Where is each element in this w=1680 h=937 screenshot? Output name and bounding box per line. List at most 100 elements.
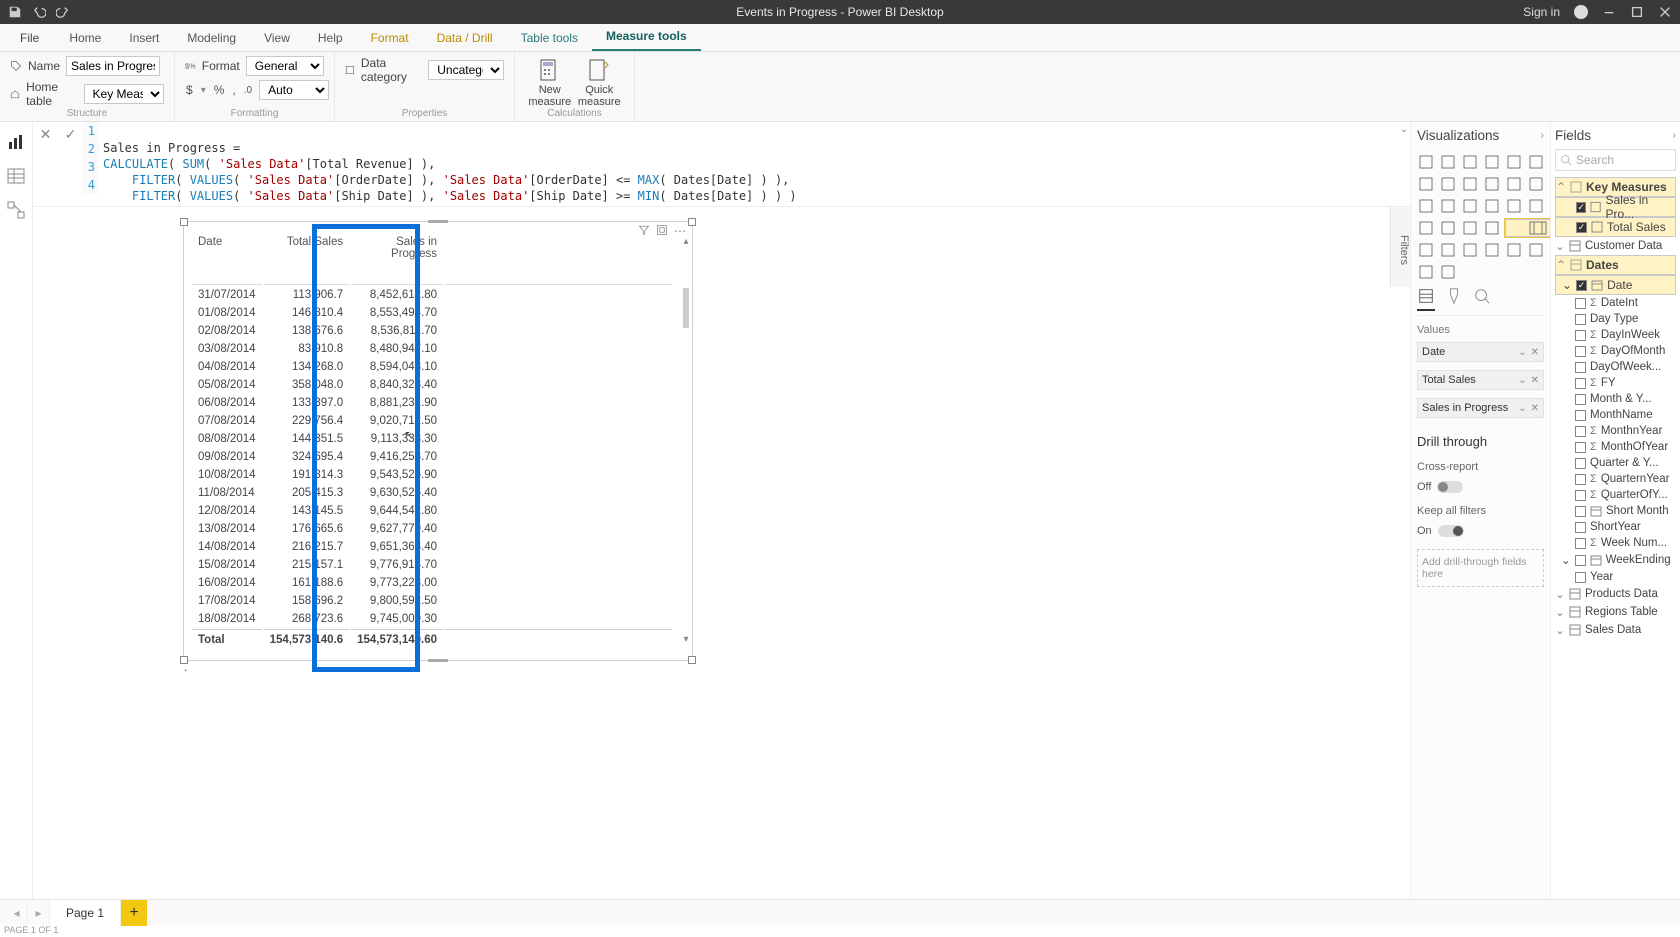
viz-type-img[interactable] (1527, 241, 1545, 259)
fields-collapse-icon[interactable]: › (1673, 130, 1676, 141)
checkbox-icon[interactable]: ✓ (1576, 202, 1586, 213)
viz-type-bar[interactable] (1483, 153, 1501, 171)
report-canvas[interactable]: ⋯ Date Total Sales Sales in Progress 31/… (33, 207, 1410, 899)
viz-type-py[interactable] (1439, 241, 1457, 259)
field-monthofyear[interactable]: ΣMonthOfYear (1555, 439, 1676, 455)
table-row[interactable]: 31/07/2014113,906.78,452,612.80 (192, 287, 672, 303)
visual-filter-icon[interactable] (638, 224, 650, 239)
avatar-icon[interactable] (1574, 5, 1588, 19)
checkbox-icon[interactable] (1575, 506, 1586, 517)
tab-insert[interactable]: Insert (115, 25, 173, 51)
checkbox-icon[interactable] (1575, 410, 1586, 421)
field-day-type[interactable]: Day Type (1555, 311, 1676, 327)
field-month-y-[interactable]: Month & Y... (1555, 391, 1676, 407)
field-monthnyear[interactable]: ΣMonthnYear (1555, 423, 1676, 439)
viz-type-pie[interactable] (1417, 197, 1435, 215)
viz-type-img[interactable] (1417, 263, 1435, 281)
visual-focus-icon[interactable] (656, 224, 668, 239)
table-regions[interactable]: ⌄Regions Table (1555, 603, 1676, 621)
field-short-month[interactable]: Short Month (1555, 503, 1676, 519)
viz-collapse-icon[interactable]: › (1541, 130, 1544, 141)
checkbox-icon[interactable] (1575, 555, 1586, 566)
field-dayofweek-[interactable]: DayOfWeek... (1555, 359, 1676, 375)
table-row[interactable]: 17/08/2014158,696.29,800,592.50 (192, 593, 672, 609)
currency-icon[interactable]: $ (185, 80, 194, 100)
maximize-icon[interactable] (1630, 5, 1644, 19)
analytics-tab-icon[interactable] (1473, 287, 1491, 311)
formula-bar[interactable]: ✕ ✓ 1 2 3 4 Sales in Progress = CALCULAT… (33, 122, 1410, 207)
table-row[interactable]: 18/08/2014268,723.69,745,009.30 (192, 611, 672, 627)
percent-icon[interactable]: % (213, 80, 226, 100)
decimals-select[interactable]: Auto (259, 80, 329, 100)
table-row[interactable]: 07/08/2014229,756.49,020,712.50 (192, 413, 672, 429)
table-row[interactable]: 08/08/2014144,351.59,113,333.30 (192, 431, 672, 447)
field-quarternyear[interactable]: ΣQuarternYear (1555, 471, 1676, 487)
viz-type-map[interactable] (1483, 197, 1501, 215)
field-date[interactable]: ⌄✓Date (1555, 275, 1676, 295)
table-row[interactable]: 01/08/2014146,810.48,553,494.70 (192, 305, 672, 321)
checkbox-icon[interactable] (1575, 346, 1586, 357)
keep-filters-toggle[interactable]: On (1417, 525, 1544, 537)
field-week-num-[interactable]: ΣWeek Num... (1555, 535, 1676, 551)
tab-table-tools[interactable]: Table tools (507, 25, 592, 51)
field-quarterofy-[interactable]: ΣQuarterOfY... (1555, 487, 1676, 503)
cancel-formula-icon[interactable]: ✕ (40, 126, 52, 143)
viz-type-bar[interactable] (1505, 153, 1523, 171)
minimize-icon[interactable] (1602, 5, 1616, 19)
viz-type-matrix[interactable] (1527, 219, 1545, 237)
viz-type-card[interactable] (1439, 219, 1457, 237)
field-monthname[interactable]: MonthName (1555, 407, 1676, 423)
viz-type-area[interactable] (1461, 175, 1479, 193)
viz-type-kpi[interactable] (1461, 219, 1479, 237)
commit-formula-icon[interactable]: ✓ (65, 126, 77, 143)
tab-measure-tools[interactable]: Measure tools (592, 23, 701, 51)
page-next-icon[interactable]: ▸ (28, 902, 50, 924)
table-row[interactable]: 04/08/2014134,268.08,594,043.10 (192, 359, 672, 375)
table-row[interactable]: 14/08/2014216,215.79,651,363.40 (192, 539, 672, 555)
field-fy[interactable]: ΣFY (1555, 375, 1676, 391)
drag-handle-bottom[interactable] (428, 658, 448, 662)
viz-type-funnel[interactable] (1505, 197, 1523, 215)
resize-handle-ne[interactable] (688, 218, 696, 226)
field-weekending[interactable]: ⌄WeekEnding (1555, 551, 1676, 569)
table-row[interactable]: 05/08/2014358,048.08,840,328.40 (192, 377, 672, 393)
viz-type-img[interactable] (1505, 241, 1523, 259)
checkbox-icon[interactable] (1575, 474, 1586, 485)
viz-type-more[interactable] (1439, 263, 1457, 281)
viz-type-dots[interactable] (1483, 241, 1501, 259)
format-tab-icon[interactable] (1445, 287, 1463, 311)
tab-file[interactable]: File (4, 25, 55, 51)
viz-type-map2[interactable] (1461, 241, 1479, 259)
checkbox-icon[interactable] (1575, 538, 1586, 549)
viz-type-tree[interactable] (1461, 197, 1479, 215)
table-scrollbar[interactable]: ▴ ▾ (680, 236, 692, 646)
well-date[interactable]: Date⌄✕ (1417, 342, 1544, 362)
viz-type-bar[interactable] (1417, 153, 1435, 171)
table-row[interactable]: 03/08/201483,910.88,480,947.10 (192, 341, 672, 357)
checkbox-icon[interactable]: ✓ (1576, 222, 1587, 233)
redo-icon[interactable] (56, 5, 70, 19)
cross-report-toggle[interactable]: Off (1417, 481, 1544, 493)
col-total-sales[interactable]: Total Sales (264, 230, 350, 285)
checkbox-icon[interactable] (1575, 458, 1586, 469)
expand-formula-icon[interactable]: ⌄ (1400, 124, 1408, 135)
viz-type-bar[interactable] (1461, 153, 1479, 171)
viz-type-area[interactable] (1439, 175, 1457, 193)
checkbox-icon[interactable] (1575, 522, 1586, 533)
field-quarter-y-[interactable]: Quarter & Y... (1555, 455, 1676, 471)
model-view-icon[interactable] (6, 200, 26, 220)
currency-dropdown-icon[interactable]: ▾ (200, 80, 207, 100)
home-table-select[interactable]: Key Measures (84, 84, 164, 104)
viz-type-bar[interactable] (1527, 153, 1545, 171)
tab-format[interactable]: Format (357, 25, 423, 51)
tab-home[interactable]: Home (55, 25, 115, 51)
table-row[interactable]: 06/08/2014133,397.08,881,231.90 (192, 395, 672, 411)
save-icon[interactable] (8, 5, 22, 19)
search-input[interactable]: Search (1555, 149, 1676, 171)
checkbox-icon[interactable] (1575, 442, 1586, 453)
signin-link[interactable]: Sign in (1523, 5, 1560, 19)
viz-type-donut[interactable] (1439, 197, 1457, 215)
viz-type-line[interactable] (1483, 175, 1501, 193)
scroll-down-icon[interactable]: ▾ (680, 634, 692, 646)
drag-handle-top[interactable] (428, 220, 448, 224)
